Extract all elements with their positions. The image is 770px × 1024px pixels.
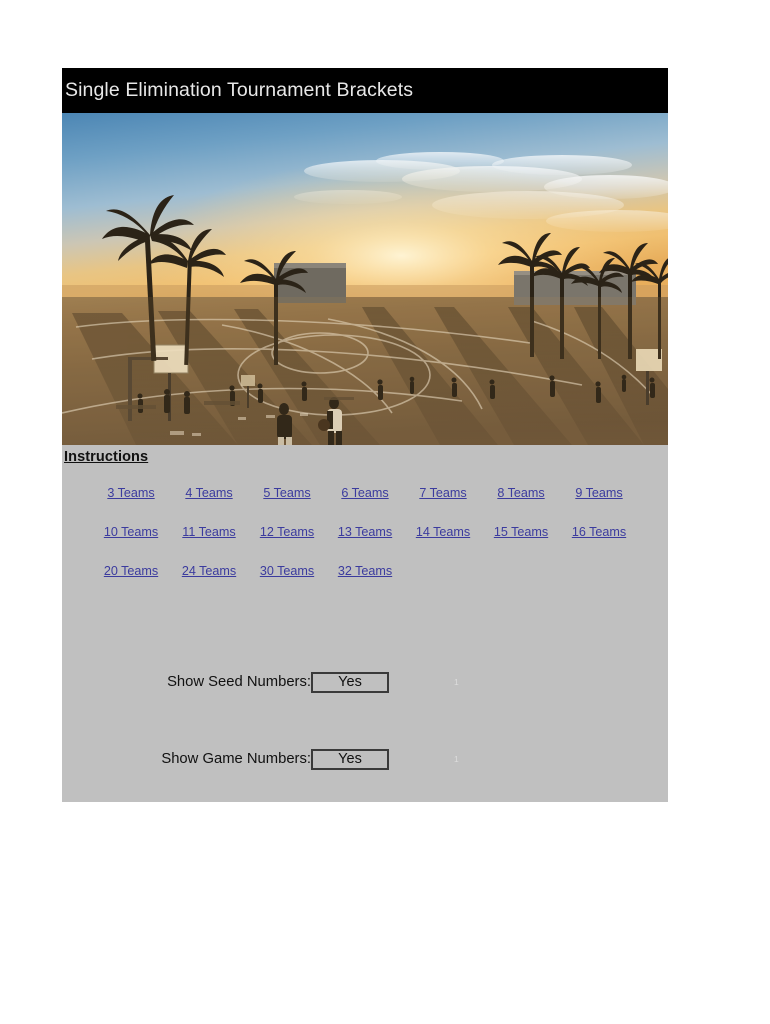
bracket-link-6-teams[interactable]: 6 Teams [326, 485, 404, 501]
show-seed-numbers-value: Yes [338, 673, 362, 690]
bracket-link-16-teams[interactable]: 16 Teams [560, 524, 638, 540]
bracket-link-row-3: 20 Teams 24 Teams 30 Teams 32 Teams [92, 563, 638, 579]
bracket-link-30-teams[interactable]: 30 Teams [248, 563, 326, 579]
tournament-bracket-document: Single Elimination Tournament Brackets I… [62, 68, 668, 802]
bracket-link-3-teams[interactable]: 3 Teams [92, 485, 170, 501]
bracket-link-24-teams[interactable]: 24 Teams [170, 563, 248, 579]
show-seed-numbers-label: Show Seed Numbers: [167, 674, 311, 690]
show-game-numbers-select[interactable]: Yes [311, 748, 389, 770]
bracket-link-7-teams[interactable]: 7 Teams [404, 485, 482, 501]
bracket-link-13-teams[interactable]: 13 Teams [326, 524, 404, 540]
bracket-link-5-teams[interactable]: 5 Teams [248, 485, 326, 501]
bracket-link-8-teams[interactable]: 8 Teams [482, 485, 560, 501]
show-game-numbers-label: Show Game Numbers: [161, 751, 311, 767]
document-title-bar: Single Elimination Tournament Brackets [62, 68, 668, 113]
page-title: Single Elimination Tournament Brackets [65, 78, 414, 101]
show-game-numbers-value: Yes [338, 750, 362, 767]
bracket-link-11-teams[interactable]: 11 Teams [170, 524, 248, 540]
bracket-link-4-teams[interactable]: 4 Teams [170, 485, 248, 501]
bracket-link-20-teams[interactable]: 20 Teams [92, 563, 170, 579]
show-game-numbers-row: Show Game Numbers: Yes 1 [62, 748, 668, 770]
page-canvas: Single Elimination Tournament Brackets I… [0, 0, 770, 1024]
bracket-link-row-1: 3 Teams 4 Teams 5 Teams 6 Teams 7 Teams … [92, 485, 638, 501]
bracket-link-14-teams[interactable]: 14 Teams [404, 524, 482, 540]
bracket-link-row-2: 10 Teams 11 Teams 12 Teams 13 Teams 14 T… [92, 524, 638, 540]
instructions-link[interactable]: Instructions [64, 449, 148, 465]
bracket-link-9-teams[interactable]: 9 Teams [560, 485, 638, 501]
bracket-link-12-teams[interactable]: 12 Teams [248, 524, 326, 540]
show-game-numbers-note: 1 [454, 754, 459, 764]
content-panel: Instructions 3 Teams 4 Teams 5 Teams 6 T… [62, 445, 668, 802]
bracket-link-15-teams[interactable]: 15 Teams [482, 524, 560, 540]
show-seed-numbers-select[interactable]: Yes [311, 671, 389, 693]
hero-photo-basketball-court [62, 113, 668, 445]
show-seed-numbers-note: 1 [454, 677, 459, 687]
show-seed-numbers-row: Show Seed Numbers: Yes 1 [62, 671, 668, 693]
bracket-link-10-teams[interactable]: 10 Teams [92, 524, 170, 540]
bracket-link-32-teams[interactable]: 32 Teams [326, 563, 404, 579]
